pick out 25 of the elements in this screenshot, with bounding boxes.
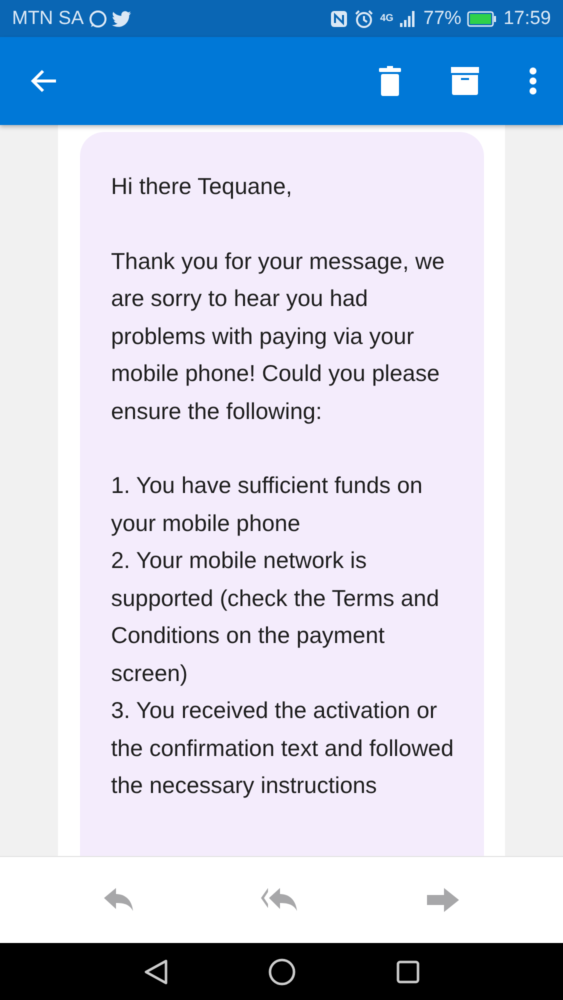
clock-time: 17:59 [503,8,551,30]
list-item-text: 2. Your mobile network is supported (check the Terms and Conditions on the payment screen) [111,546,440,688]
network-type: 4G [380,13,394,24]
forward-arrow-icon[interactable] [427,888,460,912]
reply-all-icon[interactable] [261,888,300,912]
trash-icon[interactable] [379,66,401,96]
list-item-text: 3. You received the activation or the confirmation text and followed the necessary instructions [111,696,455,800]
more-options-icon[interactable] [529,67,537,95]
chat-bubble-icon [88,8,108,28]
home-circle-icon[interactable] [268,958,296,986]
alarm-clock-icon [354,8,374,28]
bird-icon [112,10,132,28]
battery-icon [467,10,498,26]
nfc-icon [330,10,348,28]
back-arrow-icon[interactable] [30,67,58,95]
reply-icon[interactable] [104,888,134,912]
message-paragraph: Thank you for your message, we are sorry to hear you had problems with paying via your mobile phone! Could you please ensure the following: [111,246,446,426]
list-item-text: 1. You have sufficient funds on your mobile phone [111,471,424,538]
battery-percentage: 77% [423,8,462,30]
back-triangle-icon[interactable] [144,958,168,984]
carrier-name: MTN SA [12,8,84,30]
signal-icon [399,10,418,28]
archive-box-icon[interactable] [451,67,479,95]
recent-apps-square-icon[interactable] [396,960,420,984]
greeting-text: Hi there Tequane, [111,172,294,201]
